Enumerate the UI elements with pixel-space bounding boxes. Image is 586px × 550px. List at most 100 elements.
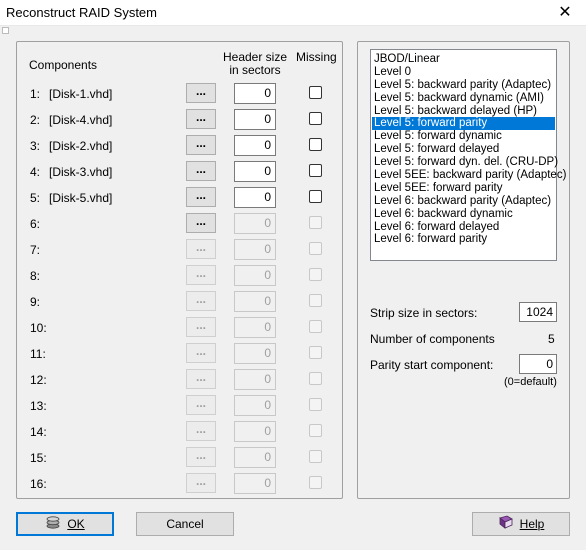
raid-type-option[interactable]: Level 5: forward dyn. del. (CRU-DP) — [372, 156, 558, 169]
component-row: 11:... 0 — [17, 343, 342, 365]
component-row: 6:... 0 — [17, 213, 342, 235]
component-disk-name: [Disk-5.vhd] — [49, 191, 113, 205]
missing-checkbox[interactable] — [309, 86, 322, 99]
component-number: 4: — [30, 165, 41, 179]
browse-button[interactable]: ... — [186, 187, 216, 207]
missing-checkbox[interactable] — [309, 346, 322, 359]
component-row: 13:... 0 — [17, 395, 342, 417]
header-size-input[interactable]: 0 — [234, 187, 276, 208]
component-number: 12: — [30, 373, 47, 387]
disks-icon — [45, 514, 61, 536]
browse-button[interactable]: ... — [186, 83, 216, 103]
raid-type-option[interactable]: JBOD/Linear — [372, 53, 555, 66]
raid-type-option[interactable]: Level 6: forward parity — [372, 233, 555, 246]
raid-type-option[interactable]: Level 5EE: backward parity (Adaptec) — [372, 169, 566, 182]
missing-checkbox[interactable] — [309, 138, 322, 151]
header-size-input[interactable]: 0 — [234, 265, 276, 286]
parity-start-label: Parity start component: — [370, 358, 494, 372]
header-size-input[interactable]: 0 — [234, 213, 276, 234]
raid-type-option[interactable]: Level 5EE: forward parity — [372, 182, 555, 195]
header-size-input[interactable]: 0 — [234, 135, 276, 156]
raid-type-option[interactable]: Level 5: forward parity — [372, 117, 555, 131]
component-row: 5: [Disk-5.vhd]... 0 — [17, 187, 342, 209]
header-size-input[interactable]: 0 — [234, 395, 276, 416]
missing-checkbox[interactable] — [309, 242, 322, 255]
browse-button[interactable]: ... — [186, 343, 216, 363]
missing-checkbox[interactable] — [309, 294, 322, 307]
raid-type-option[interactable]: Level 6: backward parity (Adaptec) — [372, 195, 555, 208]
header-size-input[interactable]: 0 — [234, 291, 276, 312]
component-number: 6: — [30, 217, 41, 231]
browse-button[interactable]: ... — [186, 421, 216, 441]
strip-size-input[interactable]: 1024 — [519, 302, 557, 322]
header-size-input[interactable]: 0 — [234, 369, 276, 390]
header-size-input[interactable]: 0 — [234, 317, 276, 338]
cancel-label: Cancel — [166, 517, 204, 531]
browse-button[interactable]: ... — [186, 447, 216, 467]
header-size-heading: Header size in sectors — [222, 50, 288, 77]
header-size-input[interactable]: 0 — [234, 421, 276, 442]
raid-type-option[interactable]: Level 5: forward delayed — [372, 143, 555, 156]
browse-button[interactable]: ... — [186, 395, 216, 415]
browse-button[interactable]: ... — [186, 109, 216, 129]
component-row: 7:... 0 — [17, 239, 342, 261]
num-components-value: 5 — [548, 332, 555, 346]
raid-type-option[interactable]: Level 5: backward dynamic (AMI) — [372, 92, 555, 105]
browse-button[interactable]: ... — [186, 473, 216, 493]
component-number: 14: — [30, 425, 47, 439]
help-button[interactable]: Help — [472, 512, 570, 536]
header-size-input[interactable]: 0 — [234, 83, 276, 104]
raid-type-listbox[interactable]: JBOD/Linear Level 0 Level 5: backward pari… — [370, 49, 566, 261]
missing-checkbox[interactable] — [309, 450, 322, 463]
close-icon[interactable]: ✕ — [554, 2, 576, 22]
raid-type-option[interactable]: Level 6: backward dynamic — [372, 208, 555, 221]
header-size-input[interactable]: 0 — [234, 109, 276, 130]
raid-type-option[interactable]: Level 0 — [372, 66, 555, 79]
raid-settings-panel: JBOD/Linear Level 0 Level 5: backward pari… — [357, 41, 570, 499]
cancel-button[interactable]: Cancel — [136, 512, 234, 536]
header-size-input[interactable]: 0 — [234, 239, 276, 260]
component-disk-name: [Disk-3.vhd] — [49, 165, 113, 179]
component-disk-name: [Disk-1.vhd] — [49, 87, 113, 101]
header-size-input[interactable]: 0 — [234, 447, 276, 468]
browse-button[interactable]: ... — [186, 317, 216, 337]
component-row: 14:... 0 — [17, 421, 342, 443]
component-number: 3: — [30, 139, 41, 153]
component-row: 16:... 0 — [17, 473, 342, 495]
component-number: 10: — [30, 321, 47, 335]
browse-button[interactable]: ... — [186, 291, 216, 311]
browse-button[interactable]: ... — [186, 135, 216, 155]
help-label: Help — [519, 517, 545, 531]
browse-button[interactable]: ... — [186, 161, 216, 181]
title-bar: Reconstruct RAID System ✕ — [0, 0, 586, 26]
missing-checkbox[interactable] — [309, 216, 322, 229]
component-number: 8: — [30, 269, 41, 283]
browse-button[interactable]: ... — [186, 265, 216, 285]
missing-checkbox[interactable] — [309, 112, 322, 125]
browse-button[interactable]: ... — [186, 369, 216, 389]
parity-start-input[interactable]: 0 — [519, 354, 557, 374]
browse-button[interactable]: ... — [186, 239, 216, 259]
missing-checkbox[interactable] — [309, 372, 322, 385]
raid-type-option[interactable]: Level 6: forward delayed — [372, 221, 555, 234]
missing-checkbox[interactable] — [309, 398, 322, 411]
raid-type-option[interactable]: Level 5: forward dynamic — [372, 130, 555, 143]
component-row: 1: [Disk-1.vhd]... 0 — [17, 83, 342, 105]
header-size-input[interactable]: 0 — [234, 473, 276, 494]
missing-checkbox[interactable] — [309, 268, 322, 281]
missing-checkbox[interactable] — [309, 476, 322, 489]
raid-type-option[interactable]: Level 5: backward delayed (HP) — [372, 105, 555, 118]
component-row: 3: [Disk-2.vhd]... 0 — [17, 135, 342, 157]
ok-button[interactable]: OK — [16, 512, 114, 536]
components-panel: Components Header size in sectors Missin… — [16, 41, 343, 499]
header-size-input[interactable]: 0 — [234, 343, 276, 364]
browse-button[interactable]: ... — [186, 213, 216, 233]
missing-checkbox[interactable] — [309, 190, 322, 203]
missing-checkbox[interactable] — [309, 164, 322, 177]
header-size-input[interactable]: 0 — [234, 161, 276, 182]
missing-checkbox[interactable] — [309, 424, 322, 437]
missing-checkbox[interactable] — [309, 320, 322, 333]
help-book-icon — [498, 514, 514, 536]
component-number: 13: — [30, 399, 47, 413]
raid-type-option[interactable]: Level 5: backward parity (Adaptec) — [372, 79, 555, 92]
